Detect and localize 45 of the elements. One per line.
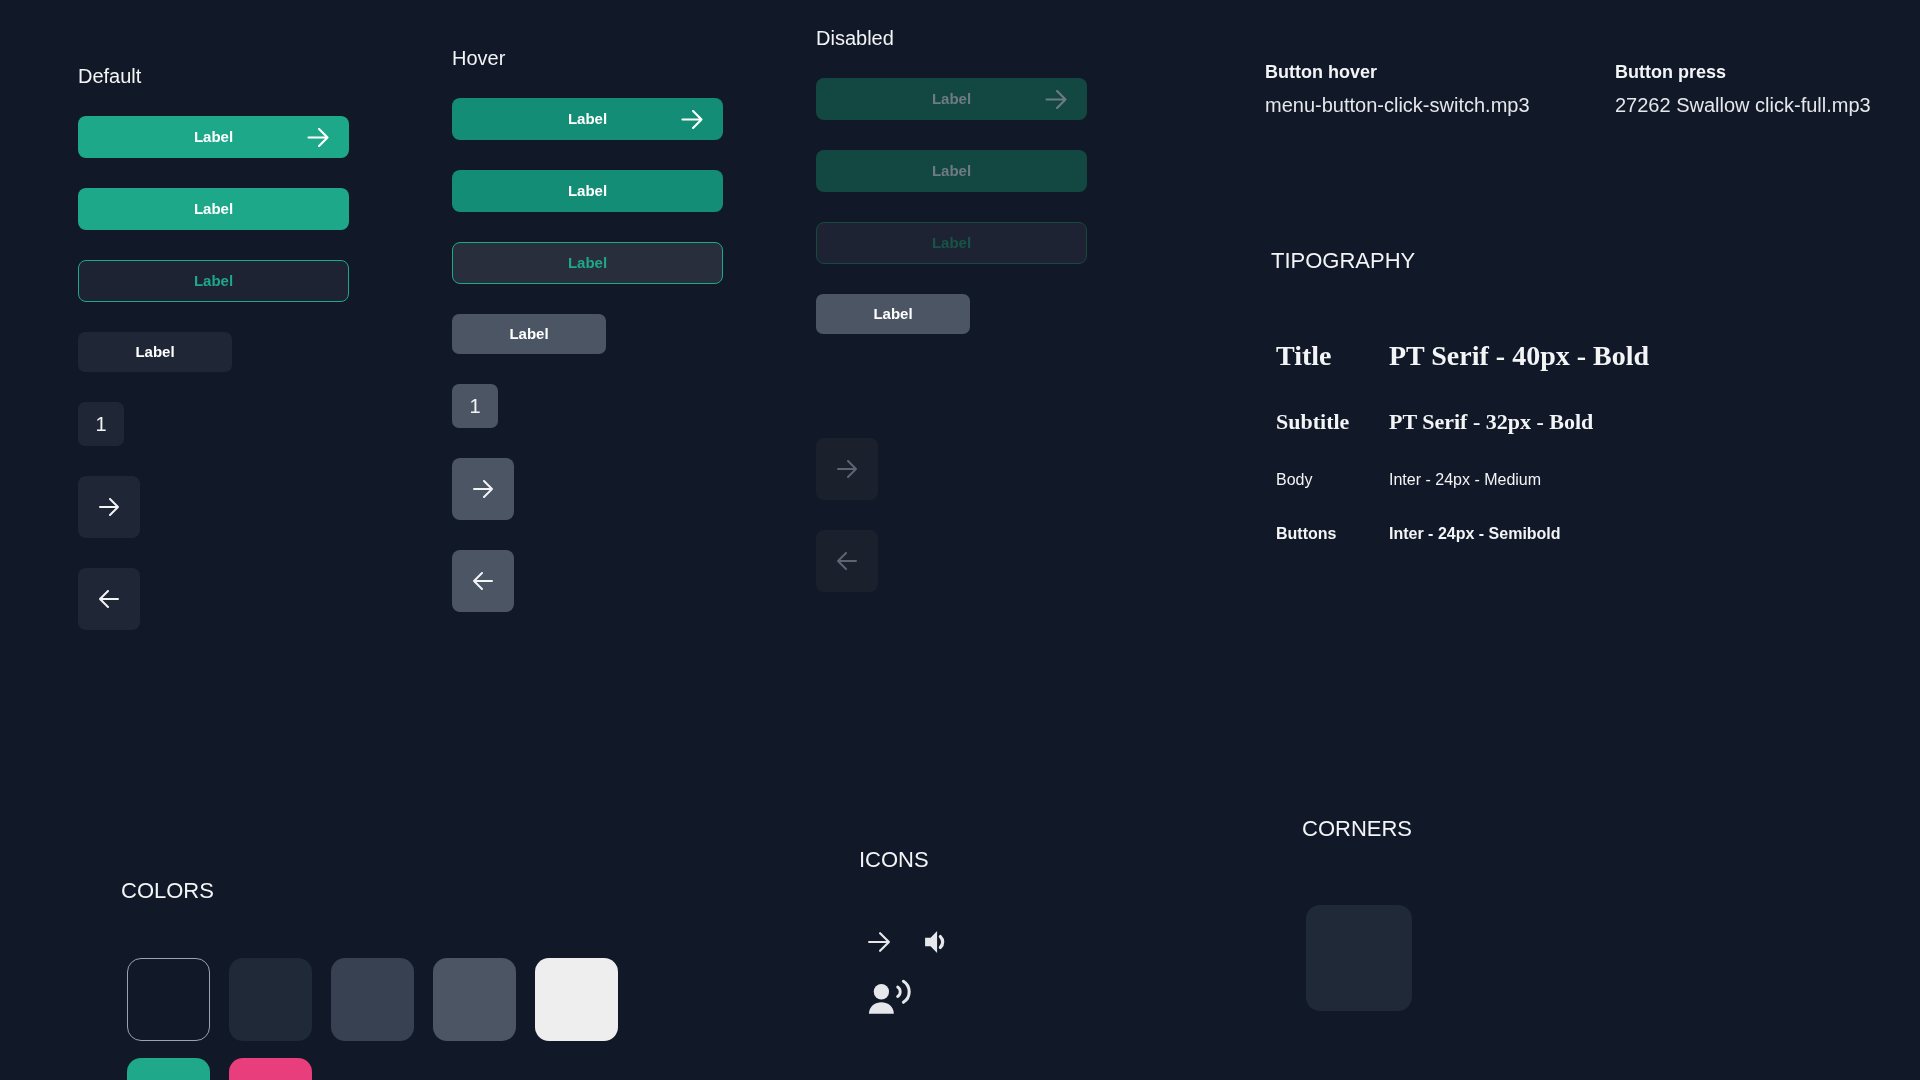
primary-button[interactable]: Label (78, 188, 349, 230)
arrow-left-icon (473, 572, 493, 590)
arrow-right-icon (868, 932, 890, 952)
type-style-spec: PT Serif - 40px - Bold (1389, 339, 1650, 373)
arrow-left-icon (837, 552, 857, 570)
arrow-right-icon (473, 480, 493, 498)
back-button[interactable] (452, 550, 514, 612)
speaker-icon (925, 930, 947, 954)
arrow-right-icon (681, 109, 703, 129)
back-button[interactable] (78, 568, 140, 630)
arrow-right-icon (837, 460, 857, 478)
type-style-name: Subtitle (1276, 408, 1350, 436)
type-style-spec: PT Serif - 32px - Bold (1389, 408, 1594, 436)
sound-event-label: Button hover (1265, 61, 1377, 84)
arrow-right-icon (99, 498, 119, 516)
page-number-button[interactable]: 1 (78, 402, 124, 446)
secondary-button[interactable]: Label (78, 332, 232, 372)
type-style-spec: Inter - 24px - Semibold (1389, 524, 1561, 544)
column-heading: Disabled (816, 26, 894, 50)
type-style-name: Title (1276, 339, 1332, 373)
section-heading: ICONS (859, 847, 929, 873)
sound-file-name: menu-button-click-switch.mp3 (1265, 93, 1530, 118)
sound-event-label: Button press (1615, 61, 1726, 84)
arrow-right-icon (307, 127, 329, 147)
column-heading: Default (78, 64, 142, 88)
outline-button[interactable]: Label (452, 242, 723, 284)
page-number-button[interactable]: 1 (452, 384, 498, 428)
sound-file-name: 27262 Swallow click-full.mp3 (1615, 93, 1871, 118)
arrow-right-icon (1045, 89, 1067, 109)
section-heading: TIPOGRAPHY (1271, 248, 1416, 274)
section-heading: COLORS (121, 878, 214, 904)
primary-button[interactable]: Label (452, 98, 723, 140)
type-style-name: Buttons (1276, 524, 1337, 544)
secondary-button[interactable]: Label (452, 314, 606, 354)
arrow-left-icon (99, 590, 119, 608)
column-heading: Hover (452, 46, 506, 70)
person-speaking-icon (868, 979, 912, 1016)
next-button[interactable] (452, 458, 514, 520)
section-heading: CORNERS (1302, 816, 1412, 842)
outline-button[interactable]: Label (78, 260, 349, 302)
type-style-name: Body (1276, 470, 1313, 490)
primary-button[interactable]: Label (452, 170, 723, 212)
next-button[interactable] (78, 476, 140, 538)
primary-button[interactable]: Label (78, 116, 349, 158)
type-style-spec: Inter - 24px - Medium (1389, 470, 1542, 490)
